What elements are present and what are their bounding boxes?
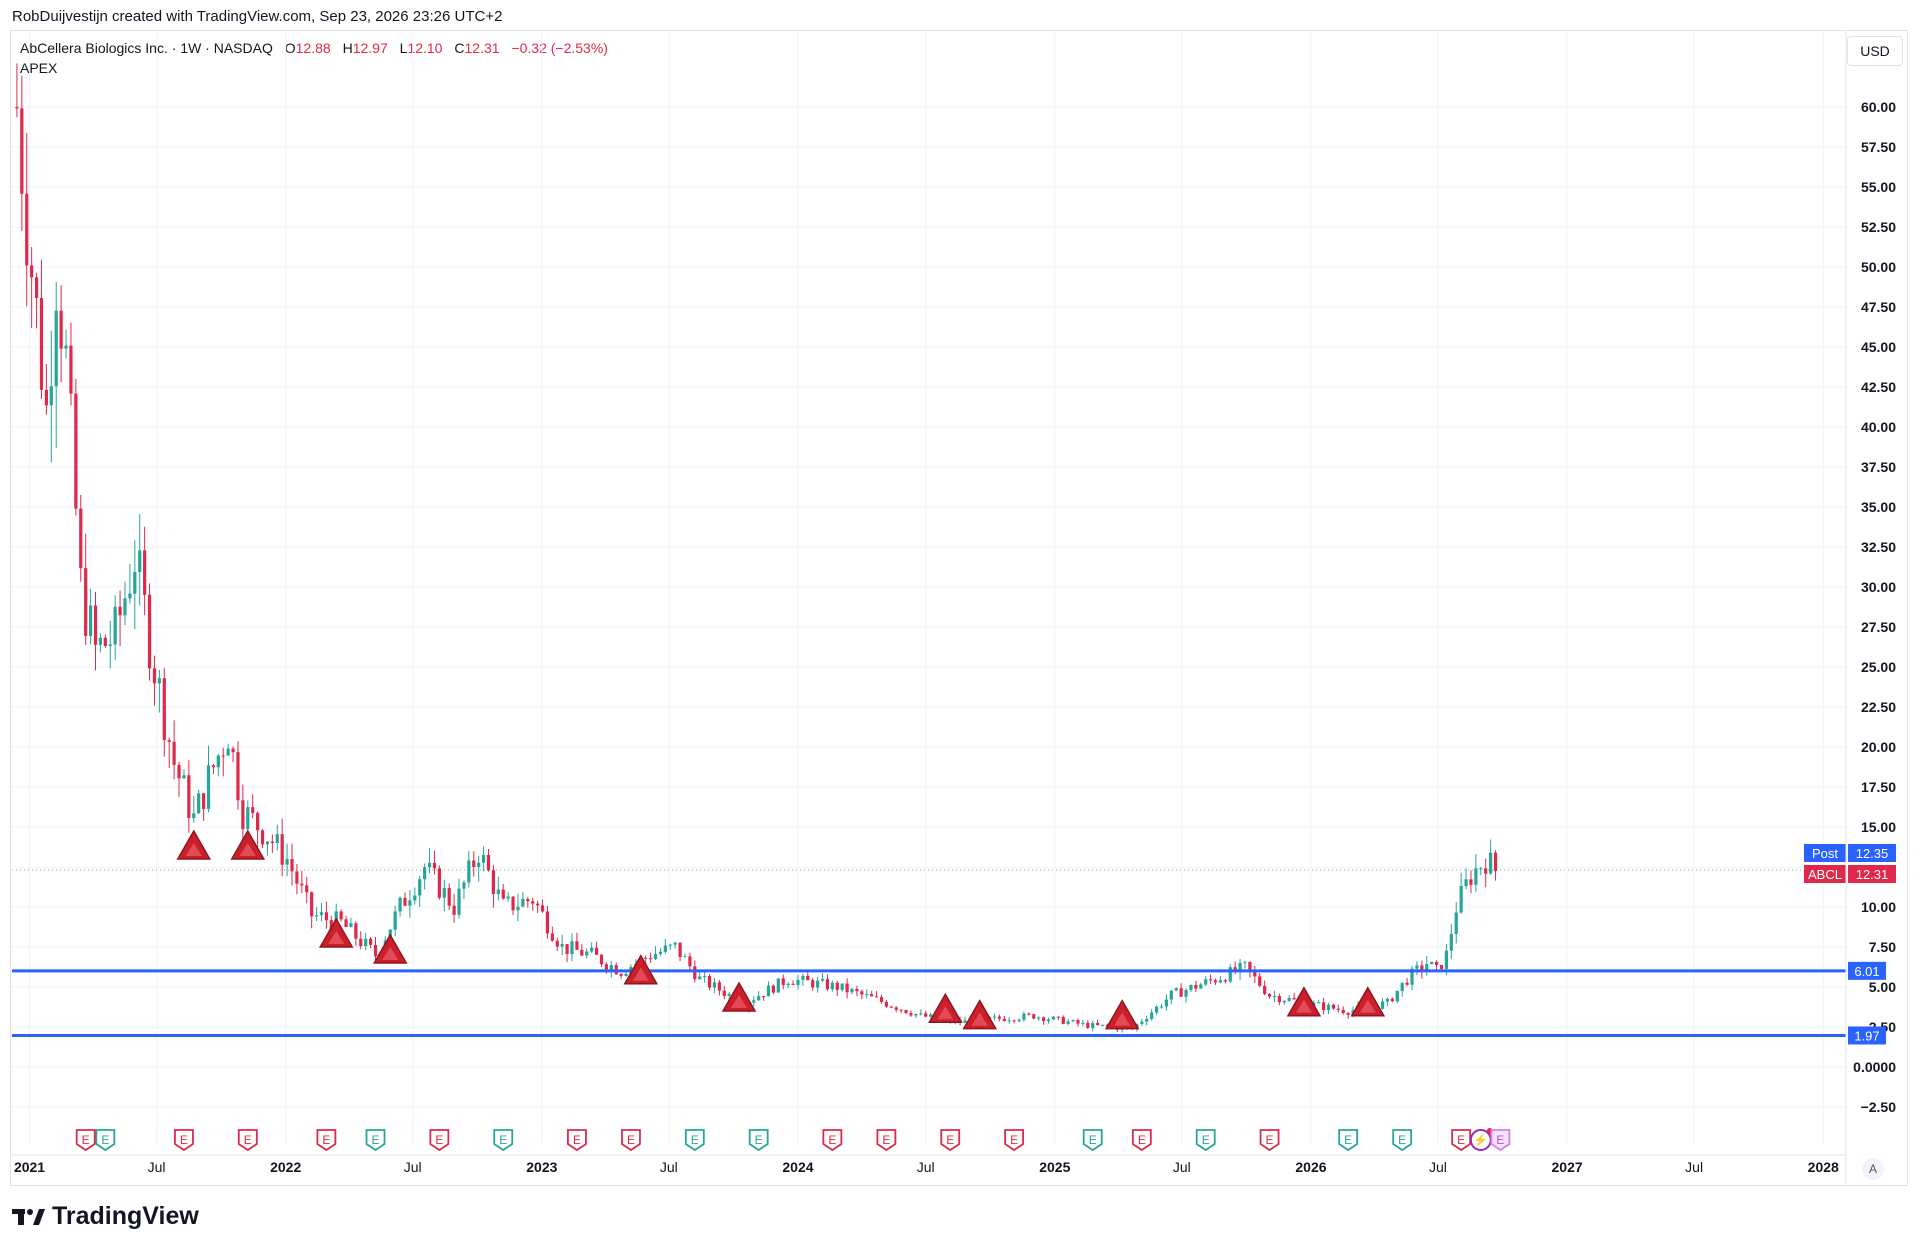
close-value: 12.31 — [464, 40, 500, 56]
tradingview-logo-icon — [12, 1208, 45, 1225]
symbol-title: AbCellera Biologics Inc. · 1W · NASDAQ — [20, 40, 273, 56]
auto-scale-button[interactable]: A — [1862, 1158, 1884, 1180]
close-label: C — [454, 40, 465, 56]
created-by-text: RobDuijvestijn created with TradingView.… — [12, 8, 503, 25]
low-value: 12.10 — [407, 40, 443, 56]
open-label: O — [284, 40, 296, 56]
tradingview-logo: TradingView — [12, 1202, 199, 1231]
indicator-label[interactable]: APEX — [20, 60, 57, 76]
symbol-legend: AbCellera Biologics Inc. · 1W · NASDAQ O… — [20, 40, 608, 56]
tradingview-wordmark: TradingView — [52, 1202, 199, 1230]
change-value: −0.32 (−2.53%) — [511, 40, 608, 56]
open-value: 12.88 — [295, 40, 331, 56]
currency-button[interactable]: USD — [1847, 36, 1903, 66]
high-value: 12.97 — [352, 40, 388, 56]
chart-frame — [10, 30, 1908, 1186]
high-label: H — [342, 40, 353, 56]
